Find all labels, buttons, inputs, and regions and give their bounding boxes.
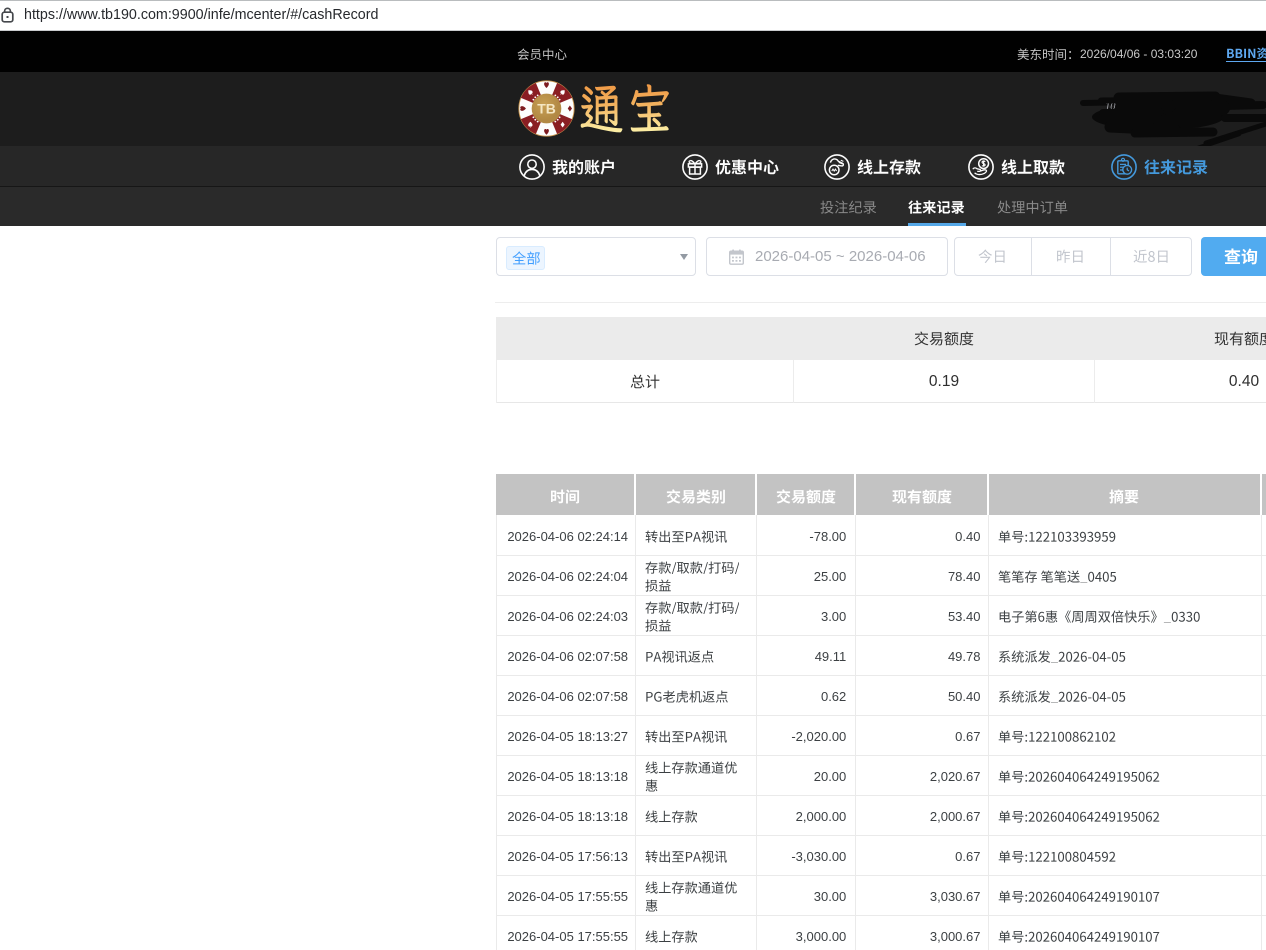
svg-text:TB: TB	[537, 100, 556, 116]
